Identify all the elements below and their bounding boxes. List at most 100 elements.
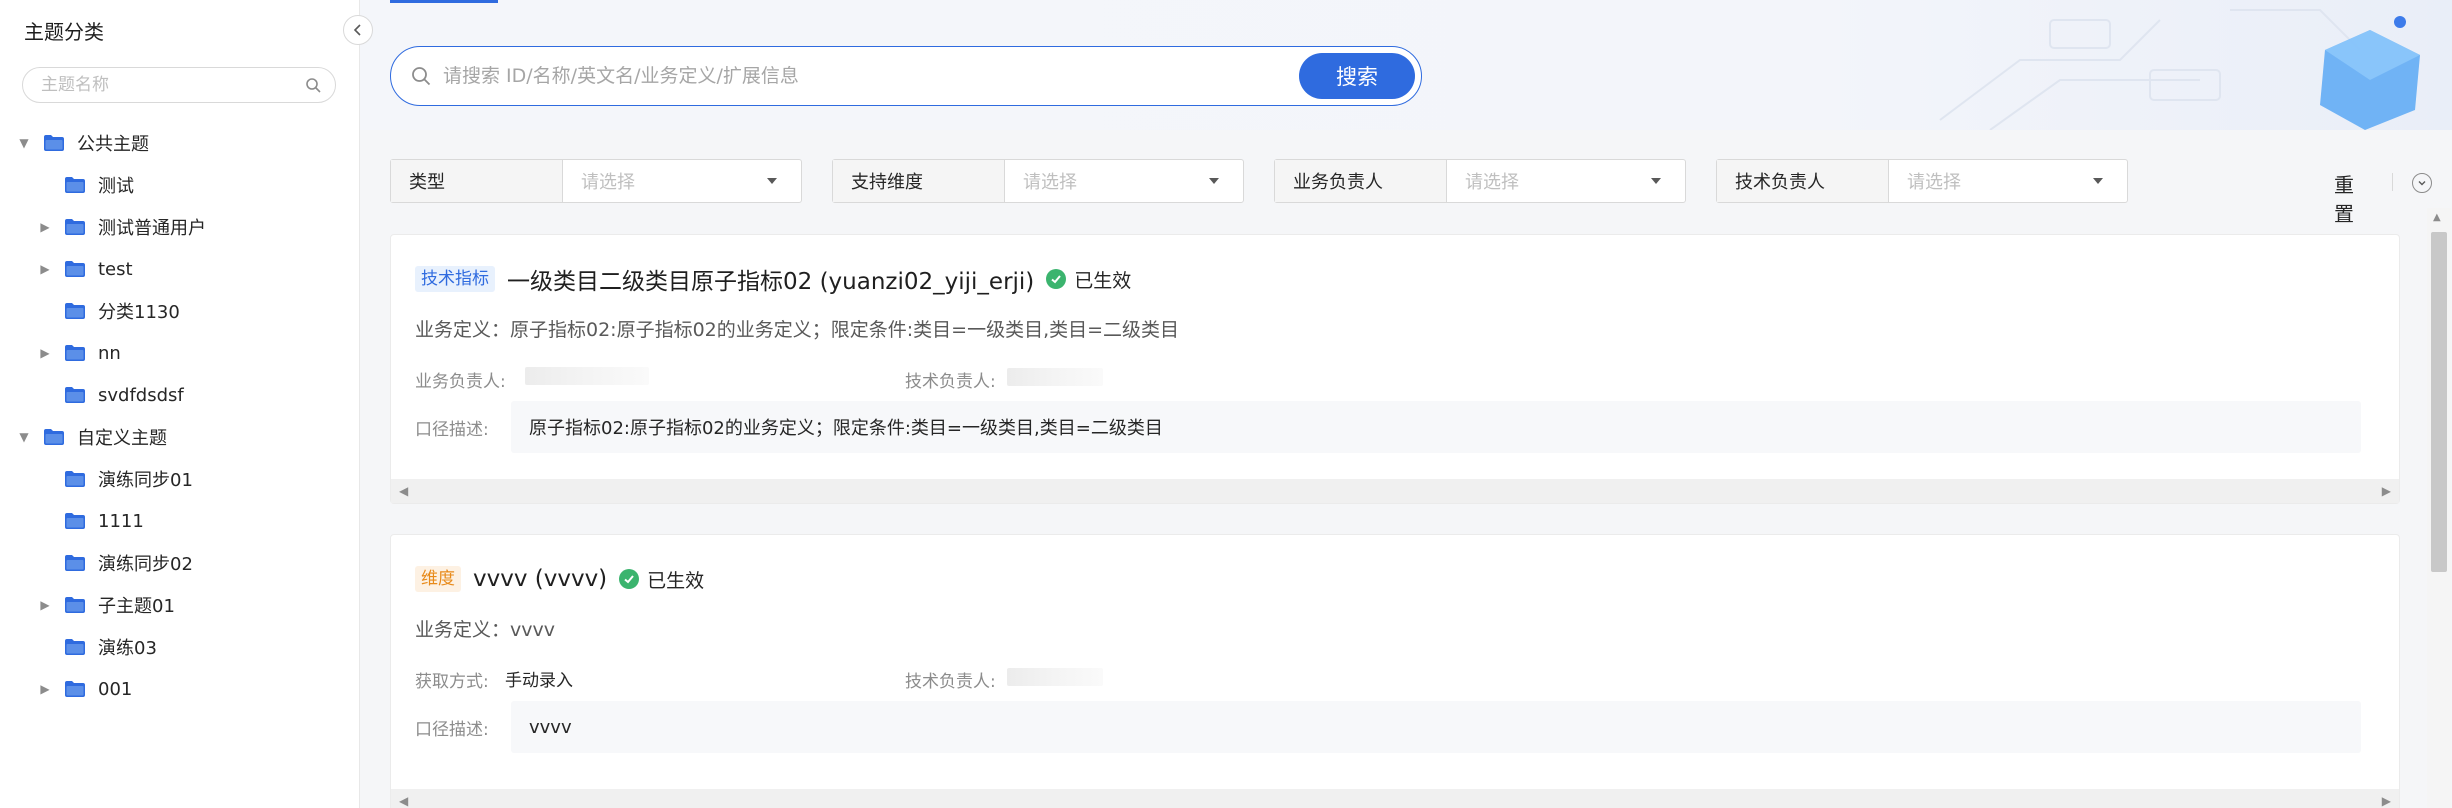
folder-icon xyxy=(65,471,85,487)
expand-filters-button[interactable] xyxy=(2412,173,2432,193)
tree-item[interactable]: 演练同步01 xyxy=(0,458,360,500)
theme-search-input[interactable] xyxy=(41,75,305,95)
tree-item[interactable]: 演练03 xyxy=(0,626,360,668)
caret-spacer xyxy=(38,178,52,192)
result-list: 技术指标 一级类目二级类目原子指标02 (yuanzi02_yiji_erji) 已… xyxy=(390,234,2400,808)
filter-placeholder: 请选择 xyxy=(1907,172,1961,193)
reset-button[interactable]: 重置 xyxy=(2334,169,2354,227)
caret-spacer xyxy=(38,556,52,570)
filter-select[interactable]: 类型 请选择 xyxy=(390,159,802,203)
asset-search-field[interactable]: 搜索 xyxy=(390,46,1422,106)
caret-right-icon[interactable]: ▶ xyxy=(38,598,52,612)
asset-search-input[interactable] xyxy=(443,65,1299,87)
tree-item-label: svdfdsdsf xyxy=(98,384,184,406)
theme-search-field[interactable] xyxy=(22,67,336,103)
filter-label: 支持维度 xyxy=(833,160,1005,202)
folder-icon xyxy=(65,387,85,403)
scroll-up-icon[interactable]: ▲ xyxy=(2433,212,2441,223)
filter-dropdown[interactable]: 请选择 xyxy=(563,160,801,202)
tree-item[interactable]: ▶ 测试普通用户 xyxy=(0,206,360,248)
folder-icon xyxy=(65,513,85,529)
description-box: 原子指标02:原子指标02的业务定义；限定条件:类目=一级类目,类目=二级类目 xyxy=(511,401,2361,453)
redacted-value xyxy=(1007,368,1103,386)
tree-item[interactable]: ▼ 自定义主题 xyxy=(0,416,360,458)
description-box: vvvv xyxy=(511,701,2361,753)
filter-dropdown[interactable]: 请选择 xyxy=(1005,160,1243,202)
tree-item[interactable]: ▶ 子主题01 xyxy=(0,584,360,626)
vertical-scrollbar[interactable]: ▲ xyxy=(2427,208,2451,808)
tree-item[interactable]: 测试 xyxy=(0,164,360,206)
caret-spacer xyxy=(38,472,52,486)
tree-item[interactable]: 演练同步02 xyxy=(0,542,360,584)
scroll-left-icon[interactable]: ◀ xyxy=(399,484,408,498)
filter-select[interactable]: 技术负责人 请选择 xyxy=(1716,159,2128,203)
collapse-sidebar-button[interactable] xyxy=(343,15,373,45)
tree-item-label: 演练03 xyxy=(98,638,157,659)
chevron-left-icon xyxy=(353,24,361,36)
folder-icon xyxy=(65,555,85,571)
business-definition: 业务定义：vvvv xyxy=(415,619,555,641)
caret-right-icon[interactable]: ▶ xyxy=(38,262,52,276)
type-tag: 维度 xyxy=(415,566,461,592)
caret-spacer xyxy=(38,304,52,318)
caret-right-icon[interactable]: ▶ xyxy=(38,682,52,696)
folder-icon xyxy=(65,681,85,697)
desc-value: vvvv xyxy=(529,716,572,738)
card-header: 技术指标 一级类目二级类目原子指标02 (yuanzi02_yiji_erji) 已… xyxy=(415,263,1131,295)
caret-spacer xyxy=(38,388,52,402)
search-icon[interactable] xyxy=(305,77,321,93)
horizontal-scrollbar[interactable]: ◀ ▶ xyxy=(391,789,2399,808)
scroll-right-icon[interactable]: ▶ xyxy=(2382,484,2391,498)
caret-down-icon[interactable]: ▼ xyxy=(17,430,31,444)
chevron-down-icon xyxy=(2418,181,2426,186)
filter-dropdown[interactable]: 请选择 xyxy=(1447,160,1685,202)
tree-item[interactable]: 分类1130 xyxy=(0,290,360,332)
caret-right-icon[interactable]: ▶ xyxy=(38,346,52,360)
tree-item-label: 测试普通用户 xyxy=(98,218,206,239)
folder-icon xyxy=(65,219,85,235)
divider xyxy=(2392,173,2393,191)
tree-item-label: 公共主题 xyxy=(77,134,149,155)
dropdown-arrow-icon xyxy=(2093,178,2103,184)
tree-item-label: 演练同步02 xyxy=(98,554,193,575)
result-card[interactable]: 技术指标 一级类目二级类目原子指标02 (yuanzi02_yiji_erji) 已… xyxy=(390,234,2400,504)
search-icon xyxy=(412,67,431,86)
result-card[interactable]: 维度 vvvv (vvvv) 已生效 业务定义：vvvv 获取方式: 手动录入 技术负责人:… xyxy=(390,534,2400,808)
filter-select[interactable]: 支持维度 请选择 xyxy=(832,159,1244,203)
filter-label: 类型 xyxy=(391,160,563,202)
filter-placeholder: 请选择 xyxy=(1465,172,1519,193)
search-button[interactable]: 搜索 xyxy=(1299,53,1415,99)
banner-illustration xyxy=(1939,9,2420,130)
filter-dropdown[interactable]: 请选择 xyxy=(1889,160,2127,202)
filter-select[interactable]: 业务负责人 请选择 xyxy=(1274,159,1686,203)
tree-item[interactable]: svdfdsdsf xyxy=(0,374,360,416)
scroll-right-icon[interactable]: ▶ xyxy=(2382,794,2391,808)
folder-icon xyxy=(65,639,85,655)
tree-item[interactable]: ▶ test xyxy=(0,248,360,290)
meta-left-label: 获取方式: xyxy=(415,672,489,692)
caret-right-icon[interactable]: ▶ xyxy=(38,220,52,234)
card-title[interactable]: 一级类目二级类目原子指标02 (yuanzi02_yiji_erji) xyxy=(507,262,1034,296)
scroll-left-icon[interactable]: ◀ xyxy=(399,794,408,808)
tree-item[interactable]: ▶ 001 xyxy=(0,668,360,710)
folder-icon xyxy=(65,177,85,193)
redacted-value xyxy=(1007,668,1103,686)
tree-item-label: 001 xyxy=(98,678,133,700)
horizontal-scrollbar[interactable]: ◀ ▶ xyxy=(391,479,2399,503)
tree-item[interactable]: 1111 xyxy=(0,500,360,542)
folder-icon xyxy=(65,345,85,361)
card-title[interactable]: vvvv (vvvv) xyxy=(473,566,607,592)
business-definition: 业务定义：原子指标02:原子指标02的业务定义；限定条件:类目=一级类目,类目=… xyxy=(415,319,1180,341)
meta-right-label: 技术负责人: xyxy=(905,672,996,692)
filter-label: 业务负责人 xyxy=(1275,160,1447,202)
filter-bar: 类型 请选择 支持维度 请选择 业务负责人 请选择 技术负责人 请选择 xyxy=(390,159,2420,203)
scroll-thumb[interactable] xyxy=(2431,232,2447,572)
caret-down-icon[interactable]: ▼ xyxy=(17,136,31,150)
check-circle-icon xyxy=(619,569,640,589)
active-tab-indicator xyxy=(390,0,498,3)
tree-item[interactable]: ▶ nn xyxy=(0,332,360,374)
desc-value: 原子指标02:原子指标02的业务定义；限定条件:类目=一级类目,类目=二级类目 xyxy=(529,418,1163,439)
tree-item[interactable]: ▼ 公共主题 xyxy=(0,122,360,164)
card-header: 维度 vvvv (vvvv) 已生效 xyxy=(415,563,704,595)
check-circle-icon xyxy=(1046,269,1067,289)
